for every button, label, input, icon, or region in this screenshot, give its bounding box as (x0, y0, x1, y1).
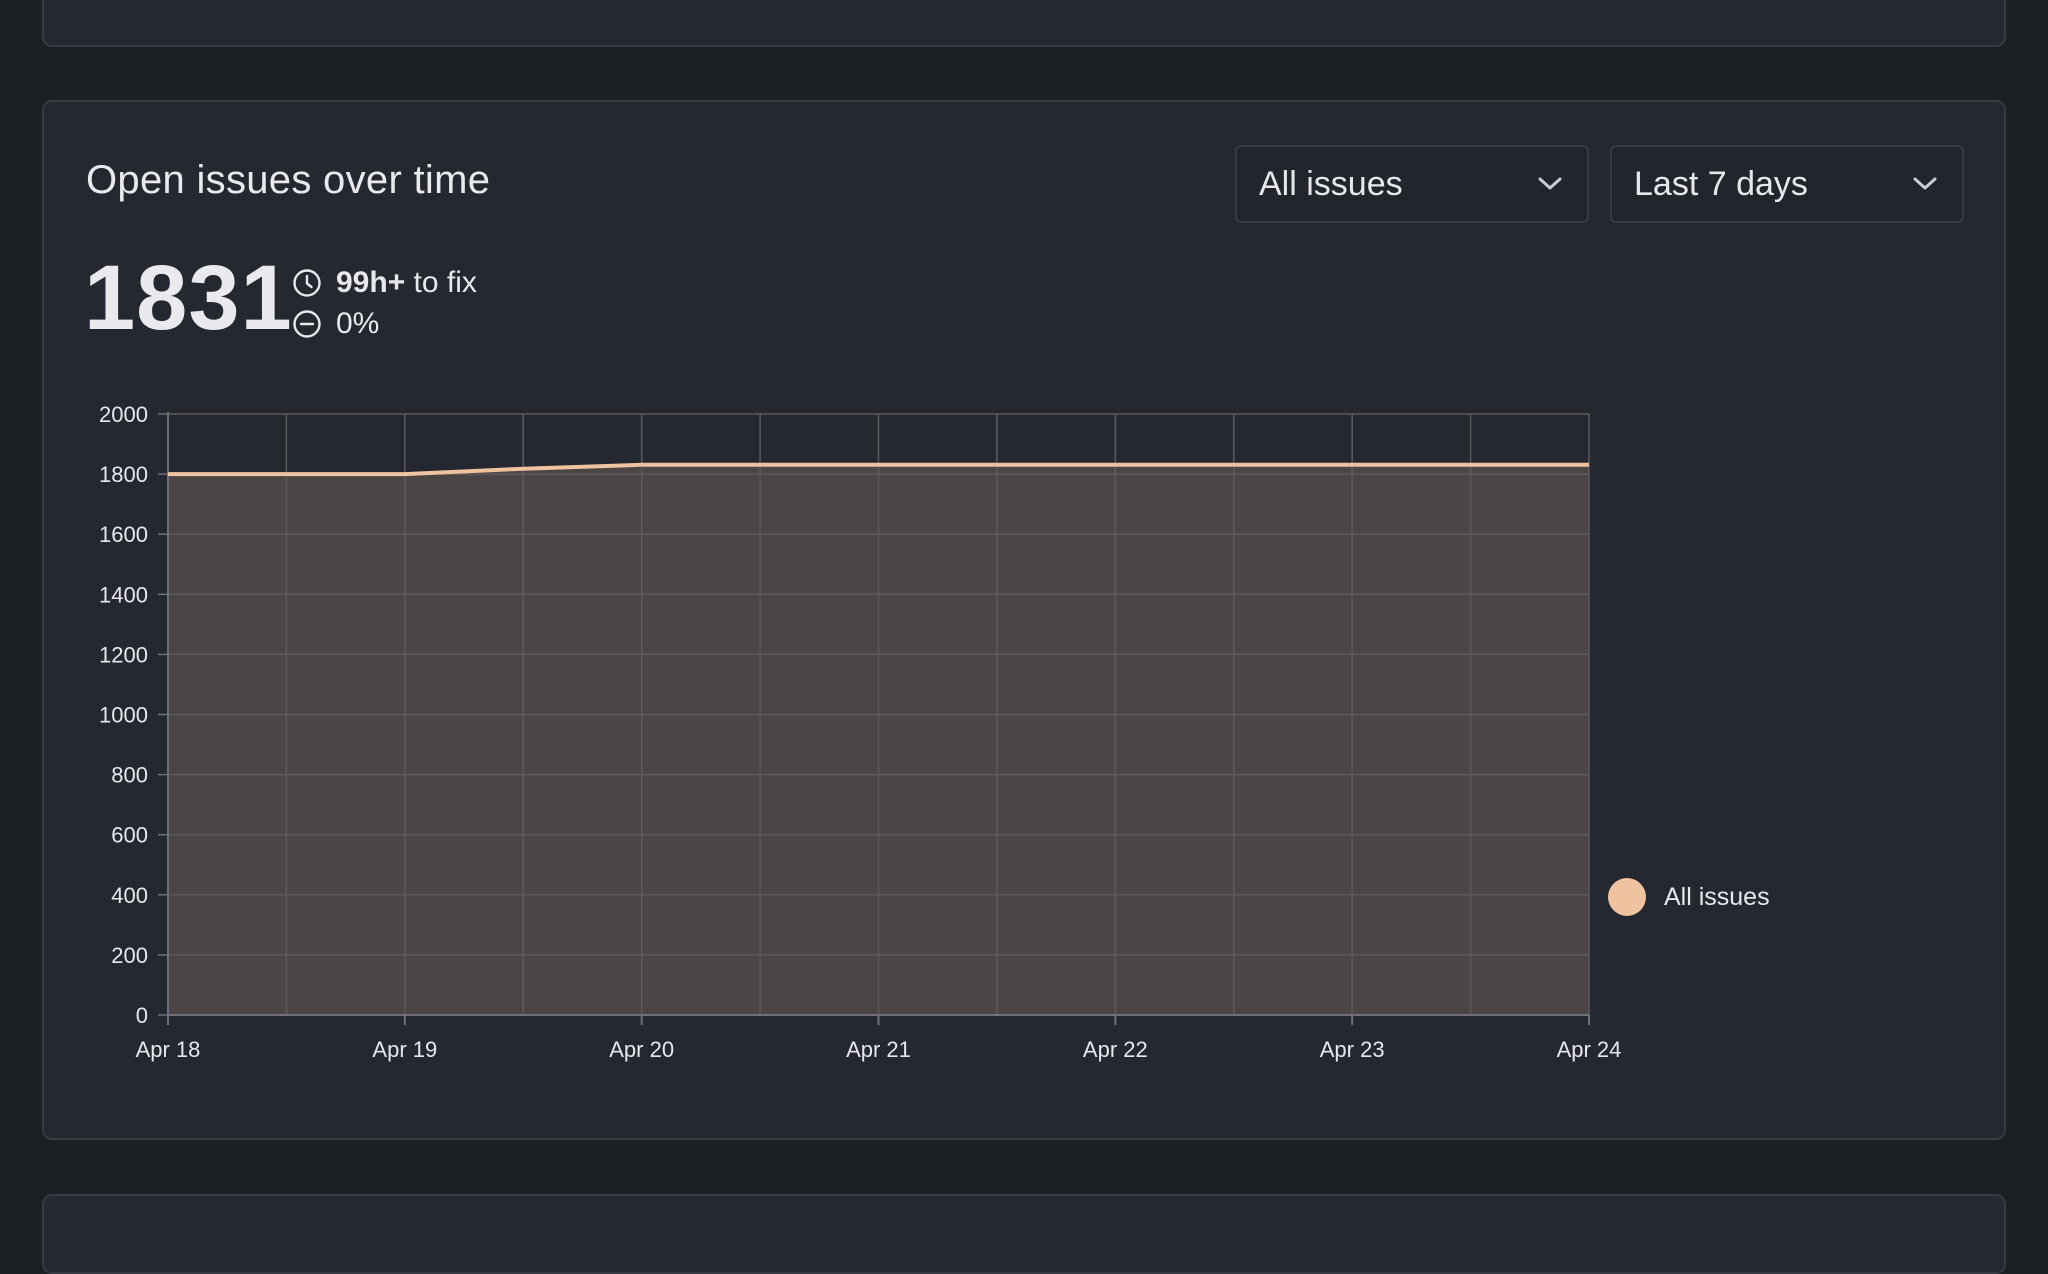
y-tick-label: 1400 (99, 582, 148, 607)
chart-legend: All issues (1608, 878, 1770, 916)
legend-swatch (1608, 878, 1646, 916)
x-tick-label: Apr 18 (136, 1037, 201, 1062)
y-tick-label: 1800 (99, 462, 148, 487)
y-tick-label: 2000 (99, 402, 148, 427)
x-tick-label: Apr 24 (1557, 1037, 1622, 1062)
x-tick-label: Apr 21 (846, 1037, 911, 1062)
y-tick-label: 1000 (99, 703, 148, 728)
y-tick-label: 1200 (99, 642, 148, 667)
issues-area-chart: 0 200 400 600 800 1000 1200 1400 1600 1800 2000 Apr… (99, 402, 1622, 1062)
y-tick-label: 1600 (99, 522, 148, 547)
y-tick-label: 400 (111, 883, 148, 908)
y-tick-label: 800 (111, 763, 148, 788)
next-panel (42, 1194, 2006, 1274)
x-tick-label: Apr 23 (1320, 1037, 1385, 1062)
legend-label[interactable]: All issues (1664, 883, 1770, 912)
y-tick-label: 600 (111, 823, 148, 848)
x-tick-label: Apr 22 (1083, 1037, 1148, 1062)
x-tick-label: Apr 19 (372, 1037, 437, 1062)
x-tick-label: Apr 20 (609, 1037, 674, 1062)
y-tick-label: 0 (136, 1003, 148, 1028)
y-tick-label: 200 (111, 943, 148, 968)
